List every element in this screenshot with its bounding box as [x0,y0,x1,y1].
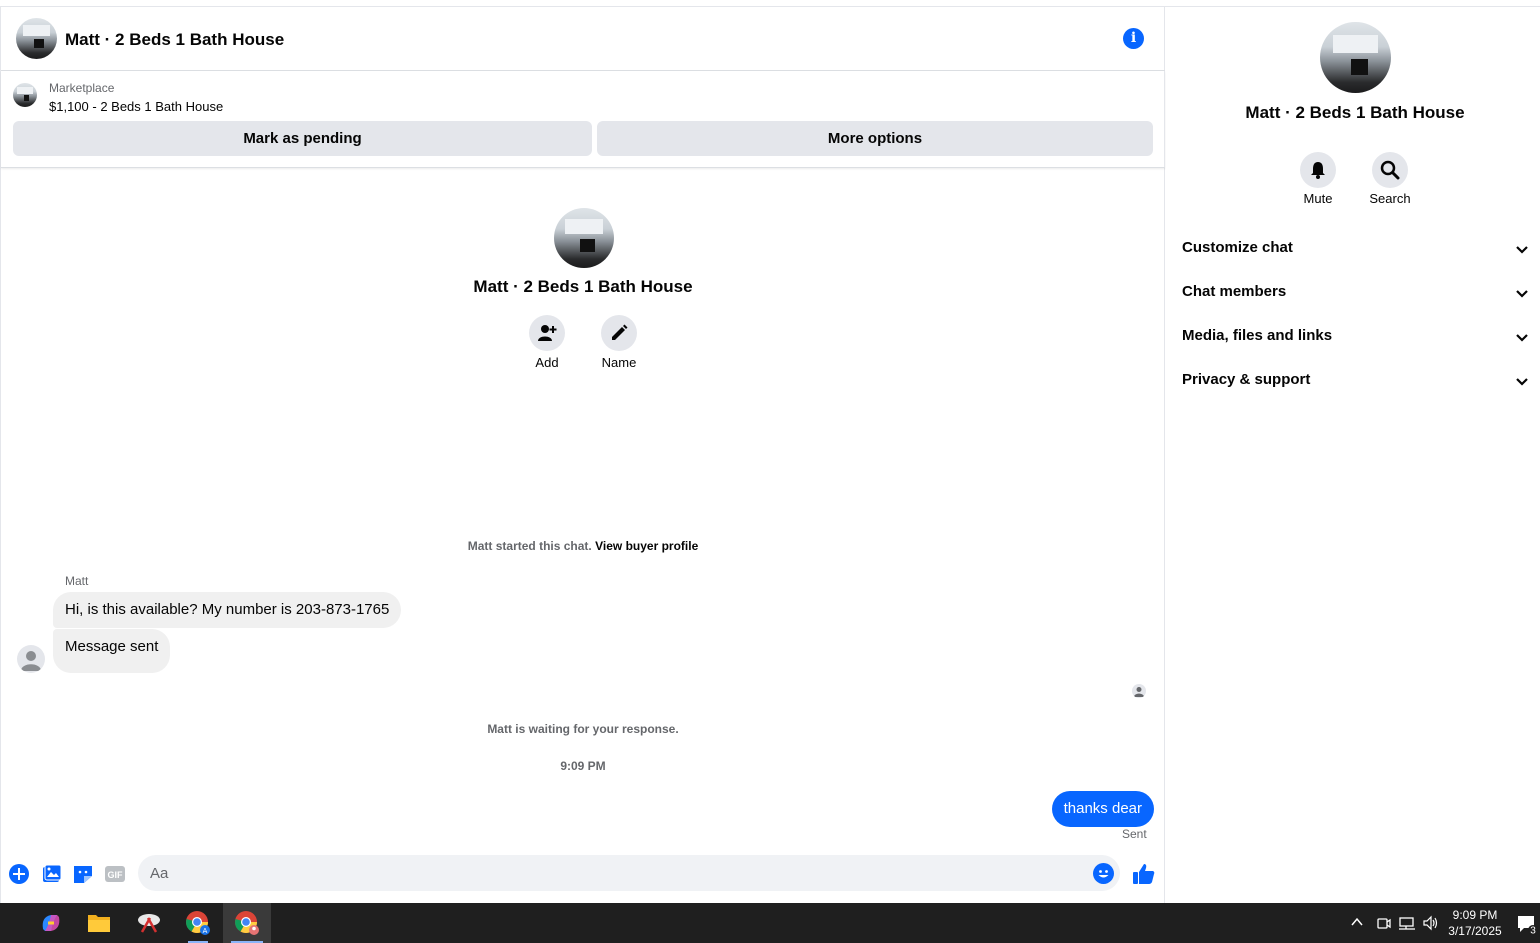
message-bubble-incoming[interactable]: Hi, is this available? My number is 203-… [53,592,402,628]
meet-now-icon[interactable] [1376,915,1392,934]
section-label: Media, files and links [1182,327,1333,344]
system-clock[interactable]: 9:09 PM 3/17/2025 [1443,907,1507,939]
notification-count: 3 [1530,926,1536,936]
copilot-icon[interactable] [27,903,75,943]
search-button[interactable] [1372,152,1408,188]
sidebar-avatar[interactable] [1320,22,1391,93]
add-person-icon [538,325,557,341]
chevron-down-icon [1516,246,1528,254]
top-border [0,0,1540,7]
section-privacy-support[interactable]: Privacy & support [1182,371,1530,401]
notification-center-icon[interactable]: 3 [1516,913,1538,938]
name-label: Name [601,355,637,370]
bell-icon [1311,162,1325,179]
name-button[interactable] [601,315,637,351]
gif-label: GIF [108,870,124,880]
message-bubble-outgoing[interactable]: thanks dear [1051,791,1154,827]
add-button[interactable] [529,315,565,351]
person-icon [21,651,41,671]
chevron-down-icon [1516,378,1528,386]
sender-avatar[interactable] [17,645,45,673]
composer-bar: GIF [1,852,1165,902]
sidebar-title: Matt · 2 Beds 1 Bath House [1245,103,1465,122]
chat-header: Matt · 2 Beds 1 Bath House i [1,7,1165,71]
task-view-icon[interactable] [0,903,10,943]
sent-status: Sent [1122,827,1147,841]
intro-avatar[interactable] [554,208,614,268]
more-options-button[interactable]: More options [597,121,1153,156]
read-receipt-avatar [1132,684,1146,698]
taskbar: A 9:09 PM 3/17/2025 3 [0,903,1540,943]
chevron-down-icon [1516,290,1528,298]
intro-title: Matt · 2 Beds 1 Bath House [473,277,693,296]
mark-as-pending-button[interactable]: Mark as pending [13,121,592,156]
emoji-icon[interactable] [1093,863,1114,884]
photo-icon[interactable] [40,863,62,885]
show-hidden-icons[interactable] [1350,915,1364,932]
chat-started-text: Matt started this chat. [467,539,592,553]
mute-button[interactable] [1300,152,1336,188]
message-bubble-incoming[interactable]: Message sent [53,629,171,673]
sender-name: Matt [65,574,89,588]
chat-panel: Matt · 2 Beds 1 Bath House i Marketplace… [0,7,1165,903]
marketplace-label: Marketplace [49,81,115,95]
message-timestamp: 9:09 PM [560,759,606,773]
listing-thumbnail[interactable] [13,83,37,107]
chat-avatar[interactable] [16,18,57,59]
plus-icon[interactable] [8,863,30,885]
listing-title[interactable]: $1,100 - 2 Beds 1 Bath House [49,99,223,114]
marketplace-bar: Marketplace $1,100 - 2 Beds 1 Bath House… [1,71,1165,168]
section-customize-chat[interactable]: Customize chat [1182,239,1530,269]
chat-info-sidebar: Matt · 2 Beds 1 Bath House Mute Search C… [1166,7,1540,903]
file-explorer-icon[interactable] [75,903,123,943]
info-icon[interactable]: i [1123,28,1144,49]
clock-date: 3/17/2025 [1448,924,1502,938]
person-icon [1134,687,1144,697]
svg-text:A: A [203,928,208,935]
snipping-tool-icon[interactable] [125,903,173,943]
mute-label: Mute [1303,191,1333,206]
section-label: Chat members [1182,283,1287,300]
network-icon[interactable] [1398,915,1416,934]
chat-title[interactable]: Matt · 2 Beds 1 Bath House [65,30,284,50]
like-icon[interactable] [1132,862,1156,886]
waiting-note: Matt is waiting for your response. [487,722,679,736]
chat-started-note: Matt started this chat. View buyer profi… [1,539,1165,553]
chevron-down-icon [1516,334,1528,342]
volume-icon[interactable] [1422,915,1440,934]
chrome-profile-b-icon[interactable] [223,903,271,943]
search-label: Search [1369,191,1411,206]
section-media-files-links[interactable]: Media, files and links [1182,327,1530,357]
pencil-icon [612,324,628,340]
search-icon [1380,160,1400,180]
section-label: Customize chat [1182,239,1293,256]
gif-icon[interactable]: GIF [104,863,126,885]
message-input[interactable] [138,855,1120,891]
add-label: Add [535,355,559,370]
sticker-icon[interactable] [72,863,94,885]
chrome-profile-a-icon[interactable]: A [174,903,222,943]
view-buyer-profile-link[interactable]: View buyer profile [595,539,698,553]
clock-time: 9:09 PM [1452,908,1498,922]
section-label: Privacy & support [1182,371,1311,388]
section-chat-members[interactable]: Chat members [1182,283,1530,313]
